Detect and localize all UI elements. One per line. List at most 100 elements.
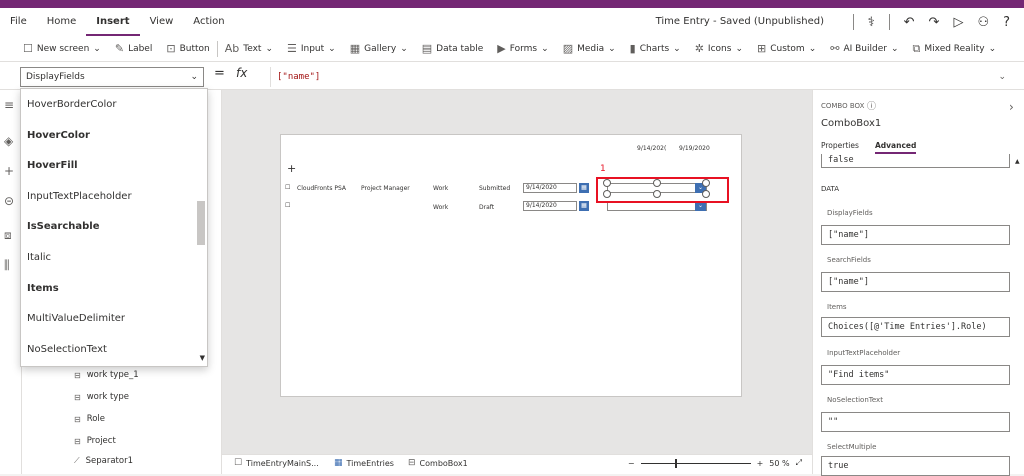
new-screen-button[interactable]: ☐ New screen ⌄	[16, 36, 108, 61]
tree-item[interactable]: ⊟ work type_1	[74, 370, 139, 380]
media-button[interactable]: ▨ Media ⌄	[556, 36, 623, 61]
tree-item[interactable]: ⊟ work type	[74, 392, 129, 402]
menu-action[interactable]: Action	[183, 8, 234, 36]
dropdown-item[interactable]: NoSelectionText	[27, 344, 107, 355]
calendar-icon[interactable]: ▦	[579, 183, 589, 193]
custom-button[interactable]: ⊞ Custom ⌄	[750, 36, 823, 61]
app-checker-icon[interactable]: ⚕	[868, 15, 875, 30]
zoom-out-button[interactable]: −	[628, 459, 635, 468]
insert-ribbon: ☐ New screen ⌄ ✎ Label ⊡ Button Ab Text ⌄ ☰ Inp…	[0, 36, 1024, 62]
select-multiple-input[interactable]: true	[821, 456, 1010, 476]
help-icon[interactable]: ?	[1003, 15, 1010, 30]
cell-status: Submitted	[479, 185, 511, 192]
breadcrumb-gallery[interactable]: ▦ TimeEntries	[334, 458, 394, 468]
dropdown-item[interactable]: MultiValueDelimiter	[27, 313, 125, 324]
chevron-down-icon: ⌄	[328, 43, 336, 54]
insert-icon[interactable]: +	[4, 164, 14, 178]
dropdown-item[interactable]: HoverFill	[27, 160, 78, 171]
forms-button[interactable]: ▶ Forms ⌄	[490, 36, 555, 61]
tree-item[interactable]: ⊟ Project	[74, 436, 116, 446]
tree-item-label: Separator1	[85, 456, 133, 466]
dropdown-item[interactable]: Items	[27, 283, 59, 294]
dropdown-item[interactable]: HoverBorderColor	[27, 99, 116, 110]
menu-view[interactable]: View	[140, 8, 184, 36]
tab-properties[interactable]: Properties	[821, 141, 859, 150]
formula-bar: DisplayFields ⌄ = fx ["name"] ⌄	[0, 62, 1024, 90]
charts-button[interactable]: ▮ Charts ⌄	[623, 36, 688, 61]
input-text-placeholder-input[interactable]: "Find items"	[821, 365, 1010, 385]
menu-file[interactable]: File	[0, 8, 37, 36]
gallery-button[interactable]: ▦ Gallery ⌄	[343, 36, 415, 61]
search-fields-input[interactable]: ["name"]	[821, 272, 1010, 292]
no-selection-text-input[interactable]: ""	[821, 412, 1010, 432]
scroll-up-arrow-icon[interactable]: ▲	[1015, 158, 1020, 165]
text-button[interactable]: Ab Text ⌄	[218, 36, 280, 61]
fit-to-window-icon[interactable]: ⤢	[796, 458, 802, 468]
dropdown-item[interactable]: InputTextPlaceholder	[27, 191, 132, 202]
tree-item[interactable]: ⟋ Separator1	[74, 456, 133, 466]
zoom-level: 50 %	[769, 458, 790, 468]
chevron-down-icon: ⌄	[988, 43, 997, 54]
row-checkbox[interactable]: ☐	[285, 202, 290, 209]
help-icon[interactable]: ⓘ	[867, 99, 876, 112]
formula-input[interactable]: ["name"] ⌄	[270, 67, 1014, 87]
tree-item[interactable]: ⊟ Role	[74, 414, 105, 424]
breadcrumb-label: ComboBox1	[419, 458, 468, 468]
data-icon[interactable]: ⊝	[4, 194, 14, 208]
dropdown-item[interactable]: IsSearchable	[27, 221, 100, 232]
chevron-down-icon: ⌄	[673, 43, 681, 54]
redo-icon[interactable]: ↷	[929, 15, 940, 30]
play-icon[interactable]: ▷	[953, 15, 963, 30]
zoom-slider[interactable]	[640, 458, 751, 468]
scroll-down-arrow-icon[interactable]: ▼	[200, 354, 205, 362]
chevron-right-icon[interactable]: ›	[1009, 100, 1014, 114]
fx-icon[interactable]: fx	[236, 66, 247, 80]
input-button[interactable]: ☰ Input ⌄	[280, 36, 343, 61]
menu-home[interactable]: Home	[37, 8, 87, 36]
label-button[interactable]: ✎ Label	[108, 36, 160, 61]
tab-advanced[interactable]: Advanced	[875, 141, 917, 154]
data-table-button[interactable]: ▤ Data table	[415, 36, 491, 61]
add-row-icon[interactable]: +	[287, 162, 296, 175]
dropdown-item[interactable]: Italic	[27, 252, 51, 263]
ai-builder-button[interactable]: ⚯ AI Builder ⌄	[823, 36, 905, 61]
share-icon[interactable]: ⚇	[977, 15, 989, 30]
formula-value: ["name"]	[277, 72, 321, 82]
date-picker[interactable]: 9/14/2020	[523, 183, 577, 193]
forms-icon: ▶	[497, 42, 506, 55]
breadcrumb-screen[interactable]: ☐ TimeEntryMainS...	[234, 458, 319, 468]
calendar-icon[interactable]: ▦	[579, 201, 589, 211]
menu-bar: File Home Insert View Action Time Entry …	[0, 8, 1024, 36]
property-value-field[interactable]: false	[821, 154, 1010, 168]
app-screen[interactable]: 9/14/202( 9/19/2020 + ☐ CloudFronts PSA …	[280, 134, 742, 397]
advanced-tools-icon[interactable]: ⫼	[4, 258, 10, 273]
tree-view-icon[interactable]: ◈	[4, 134, 13, 148]
media-icon[interactable]: ⧈	[4, 228, 12, 243]
hamburger-icon[interactable]: ≡	[4, 98, 14, 112]
property-select[interactable]: DisplayFields ⌄	[20, 67, 204, 87]
section-header: DATA	[821, 185, 840, 193]
field-label: InputTextPlaceholder	[827, 349, 901, 357]
expand-chevron-icon[interactable]: ⌄	[998, 67, 1006, 87]
button-button[interactable]: ⊡ Button	[159, 36, 216, 61]
display-fields-input[interactable]: ["name"]	[821, 225, 1010, 245]
row-checkbox[interactable]: ☐	[285, 184, 290, 191]
left-rail: ≡ ◈ + ⊝ ⧈ ⫼	[0, 90, 22, 474]
breadcrumb-label: TimeEntryMainS...	[246, 458, 319, 468]
icons-button[interactable]: ✲ Icons ⌄	[688, 36, 750, 61]
mixed-reality-button[interactable]: ⧉ Mixed Reality ⌄	[906, 36, 1004, 61]
dropdown-scrollbar[interactable]	[197, 201, 205, 245]
zoom-slider-thumb[interactable]	[674, 458, 677, 468]
dropdown-item[interactable]: HoverColor	[27, 130, 90, 141]
zoom-in-button[interactable]: +	[757, 459, 764, 468]
undo-icon[interactable]: ↶	[904, 15, 915, 30]
label-icon: ✎	[114, 42, 125, 55]
items-input[interactable]: Choices([@'Time Entries'].Role)	[821, 317, 1010, 337]
breadcrumb-combobox[interactable]: ⊟ ComboBox1	[408, 458, 468, 468]
date-picker[interactable]: 9/14/2020	[523, 201, 577, 211]
input-label: Input	[300, 43, 325, 54]
input-control-icon: ⊟	[74, 392, 81, 402]
charts-label: Charts	[639, 43, 670, 54]
menu-insert[interactable]: Insert	[86, 8, 140, 36]
gallery-label: Gallery	[364, 43, 397, 54]
